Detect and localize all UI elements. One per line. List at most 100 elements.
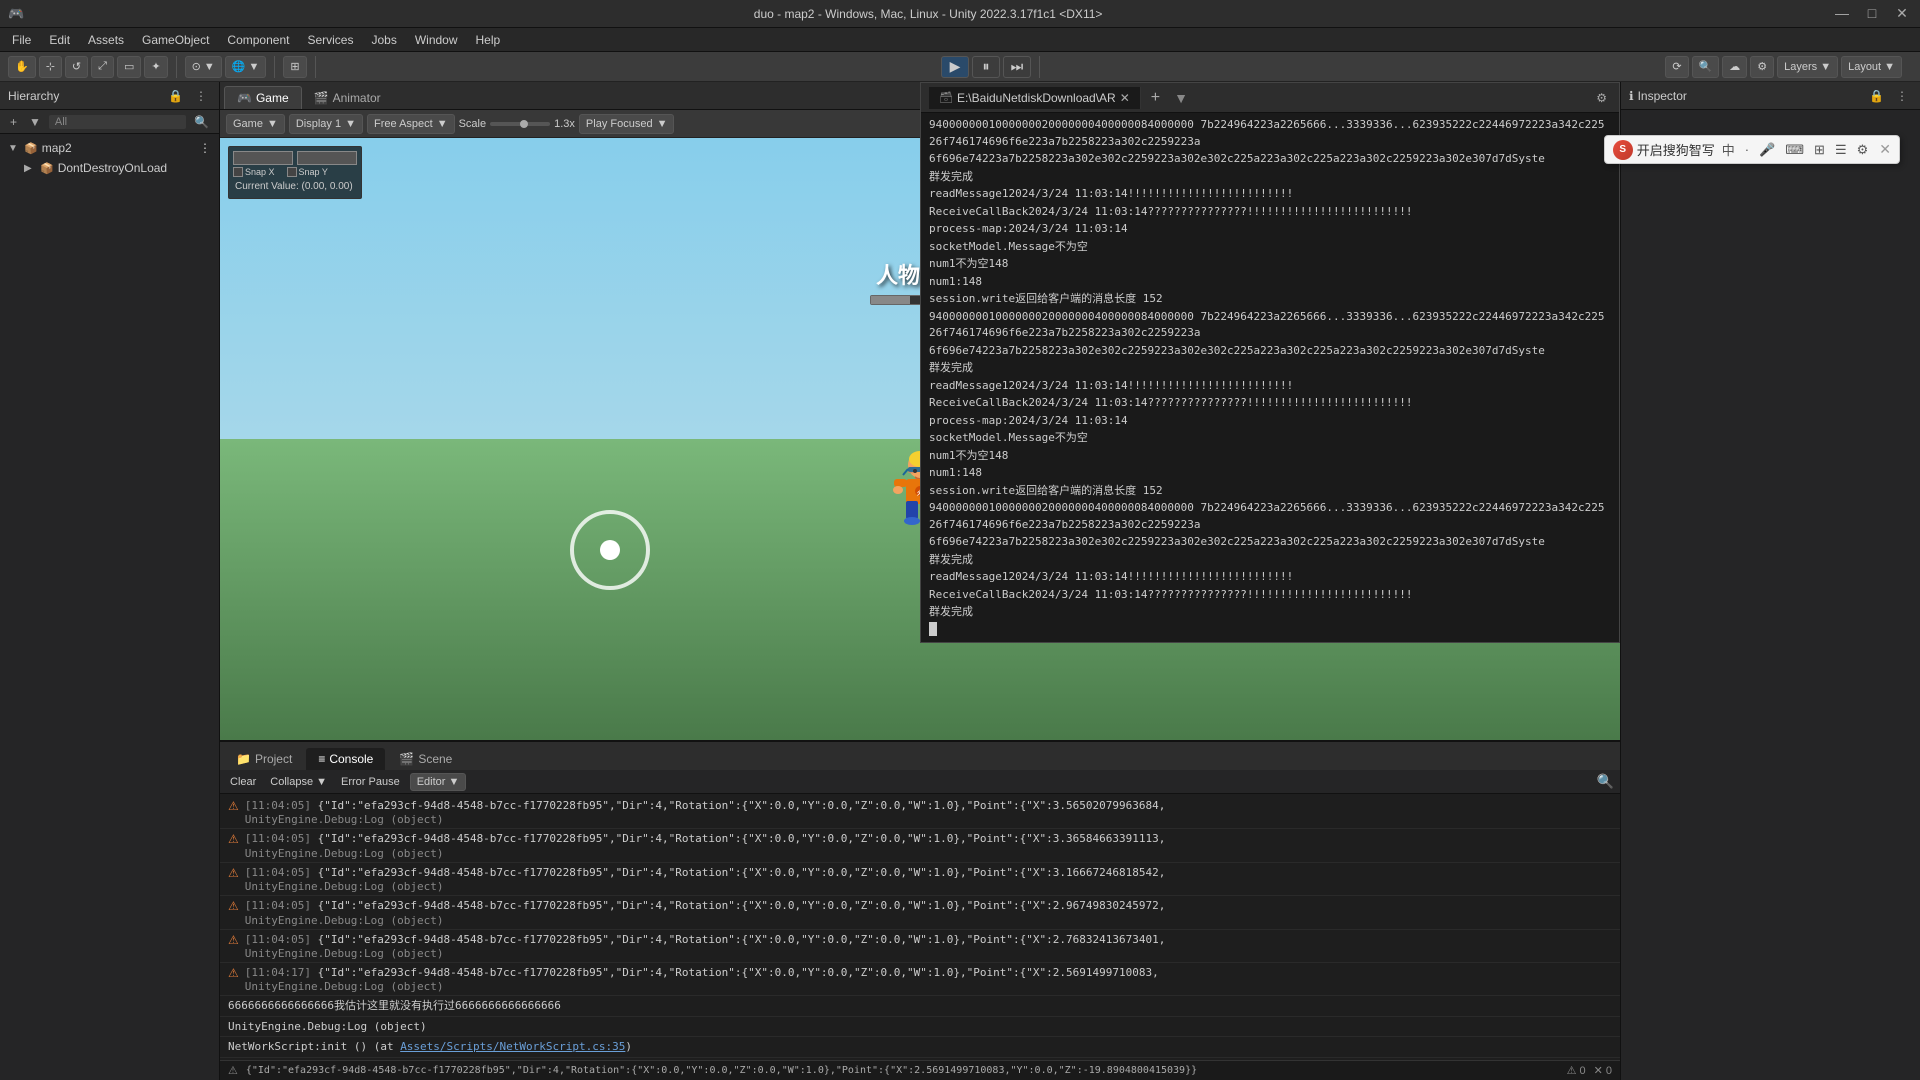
console-content[interactable]: ⚠ [11:04:05] {"Id":"efa293cf-94d8-4548-b… (220, 794, 1620, 1060)
network-tab-chevron[interactable]: ▼ (1174, 90, 1188, 106)
sogou-voice-btn[interactable]: 🎤 (1756, 141, 1778, 159)
inspector-lock-button[interactable]: 🔒 (1865, 87, 1888, 105)
console-line[interactable]: ⚠ [11:04:05] {"Id":"efa293cf-94d8-4548-b… (220, 896, 1620, 929)
console-line[interactable]: ⚠ [11:04:17] {"Id":"efa293cf-94d8-4548-b… (220, 963, 1620, 996)
checkbox-snapy[interactable]: Snap Y (287, 167, 328, 177)
sogou-chinese-btn[interactable]: 中 (1719, 139, 1738, 160)
global-button[interactable]: 🌐 ▼ (225, 56, 267, 78)
scale-value: 1.3x (554, 118, 575, 130)
play-button[interactable]: ▶ (941, 56, 969, 78)
pause-button[interactable]: ⏸ (972, 56, 1000, 78)
network-panel-settings[interactable]: ⚙ (1592, 89, 1611, 107)
minimize-button[interactable]: — (1832, 5, 1852, 22)
animator-tab-icon: 🎬 (314, 91, 329, 105)
hierarchy-item-map2[interactable]: ▼ 📦 map2 ⋮ (0, 138, 219, 158)
game-display-dropdown[interactable]: Game ▼ (226, 114, 285, 134)
sogou-grid-btn[interactable]: ⊞ (1811, 141, 1828, 159)
close-button[interactable]: ✕ (1892, 5, 1912, 22)
network-tab-add[interactable]: + (1145, 89, 1166, 107)
checkbox-snapy-box[interactable] (287, 167, 297, 177)
input-field-1[interactable] (233, 151, 293, 165)
aspect-dropdown[interactable]: Free Aspect ▼ (367, 114, 455, 134)
console-tab-label: Console (329, 752, 373, 766)
scale-tool[interactable]: ⤢ (91, 56, 114, 78)
maximize-button[interactable]: □ (1862, 5, 1882, 22)
move-tool[interactable]: ⊹ (39, 56, 62, 78)
transform-all-tool[interactable]: ✦ (144, 56, 167, 78)
history-button[interactable]: ⟳ (1665, 56, 1688, 78)
sogou-close-button[interactable]: ✕ (1879, 141, 1891, 158)
menu-gameobject[interactable]: GameObject (134, 31, 217, 49)
right-toolbar: ⟳ 🔍 ☁ ⚙ Layers ▼ Layout ▼ (1665, 56, 1910, 78)
menu-jobs[interactable]: Jobs (363, 31, 404, 49)
network-line: 9400000001000000020000000400000084000000… (929, 117, 1611, 150)
hand-tool[interactable]: ✋ (8, 56, 36, 78)
tab-console[interactable]: ≡ Console (306, 748, 385, 770)
hierarchy-add-button[interactable]: + (6, 113, 21, 131)
tab-scene[interactable]: 🎬 Scene (387, 748, 464, 770)
menu-services[interactable]: Services (299, 31, 361, 49)
expand-arrow-dontdestroy: ▶ (24, 163, 36, 174)
menu-assets[interactable]: Assets (80, 31, 132, 49)
game-ui-panel-left: Snap X Snap Y Current Value: (0.00, 0.00… (228, 146, 362, 199)
hierarchy-search[interactable]: All (49, 115, 186, 129)
chevron-down-icon-editor: ▼ (448, 776, 459, 788)
collapse-button[interactable]: Collapse ▼ (266, 774, 331, 790)
checkbox-snapx-box[interactable] (233, 167, 243, 177)
hierarchy-arrow-button[interactable]: ▼ (25, 113, 45, 131)
play-focused-dropdown[interactable]: Play Focused ▼ (579, 114, 675, 134)
console-line[interactable]: NetWorkScript:init () (at Assets/Scripts… (220, 1037, 1620, 1057)
hierarchy-lock-button[interactable]: 🔒 (164, 87, 187, 105)
scale-thumb (520, 120, 528, 128)
hierarchy-item-menu-map2[interactable]: ⋮ (199, 141, 211, 155)
menu-window[interactable]: Window (407, 31, 466, 49)
sogou-settings-btn[interactable]: ⚙ (1854, 141, 1872, 159)
error-pause-button[interactable]: Error Pause (337, 774, 404, 790)
grid-button[interactable]: ⊞ (283, 56, 306, 78)
hierarchy-menu-button[interactable]: ⋮ (191, 87, 211, 105)
console-line[interactable]: UnityEngine.Debug:Log (object) (220, 1017, 1620, 1037)
editor-dropdown[interactable]: Editor ▼ (410, 773, 467, 791)
menu-edit[interactable]: Edit (41, 31, 78, 49)
status-icons: ⚠ 0 ✕ 0 (1567, 1064, 1612, 1077)
pivot-button[interactable]: ⊙ ▼ (185, 56, 222, 78)
console-line[interactable]: ⚠ [11:04:05] {"Id":"efa293cf-94d8-4548-b… (220, 829, 1620, 862)
menu-file[interactable]: File (4, 31, 39, 49)
tab-animator[interactable]: 🎬 Animator (302, 87, 393, 109)
clear-button[interactable]: Clear (226, 774, 260, 790)
network-line: num1不为空148 (929, 448, 1611, 465)
hierarchy-search-icon[interactable]: 🔍 (190, 113, 213, 131)
console-link[interactable]: Assets/Scripts/NetWorkScript.cs:35 (400, 1040, 625, 1053)
sogou-extra-btn[interactable]: ☰ (1832, 141, 1850, 159)
sogou-dot-btn[interactable]: · (1742, 141, 1752, 158)
network-line: readMessage12024/3/24 11:03:14!!!!!!!!!!… (929, 569, 1611, 586)
collab-button[interactable]: ⚙ (1750, 56, 1774, 78)
layout-dropdown[interactable]: Layout ▼ (1841, 56, 1902, 78)
layers-dropdown[interactable]: Layers ▼ (1777, 56, 1838, 78)
display-num-dropdown[interactable]: Display 1 ▼ (289, 114, 363, 134)
console-line[interactable]: ⚠ [11:04:05] {"Id":"efa293cf-94d8-4548-b… (220, 863, 1620, 896)
network-tab-close[interactable]: ✕ (1120, 91, 1130, 105)
tab-project[interactable]: 📁 Project (224, 748, 304, 770)
console-line[interactable]: ⚠ [11:04:05] {"Id":"efa293cf-94d8-4548-b… (220, 930, 1620, 963)
network-content[interactable]: 9400000001000000020000000400000084000000… (921, 113, 1619, 642)
hierarchy-item-dontdestroy[interactable]: ▶ 📦 DontDestroyOnLoad (0, 158, 219, 178)
console-line[interactable]: 6666666666666666我估计这里就没有执行过6666666666666… (220, 996, 1620, 1016)
console-search[interactable]: 🔍 (1597, 773, 1614, 790)
menu-component[interactable]: Component (219, 31, 297, 49)
game-ui-row1 (233, 151, 357, 165)
checkbox-snapx[interactable]: Snap X (233, 167, 275, 177)
sogou-keyboard-btn[interactable]: ⌨ (1782, 141, 1807, 159)
inspector-menu-button[interactable]: ⋮ (1892, 87, 1912, 105)
rect-tool[interactable]: ▭ (117, 56, 141, 78)
tab-game[interactable]: 🎮 Game (224, 86, 302, 109)
menu-help[interactable]: Help (468, 31, 509, 49)
rotate-tool[interactable]: ↺ (65, 56, 88, 78)
cloud-button[interactable]: ☁ (1722, 56, 1747, 78)
search-button[interactable]: 🔍 (1692, 56, 1720, 78)
scale-slider[interactable] (490, 122, 550, 126)
network-tab-ar[interactable]: 🗃 E:\BaiduNetdiskDownload\AR ✕ (929, 87, 1141, 109)
step-button[interactable]: ⏭ (1003, 56, 1031, 78)
input-field-2[interactable] (297, 151, 357, 165)
console-line[interactable]: ⚠ [11:04:05] {"Id":"efa293cf-94d8-4548-b… (220, 796, 1620, 829)
